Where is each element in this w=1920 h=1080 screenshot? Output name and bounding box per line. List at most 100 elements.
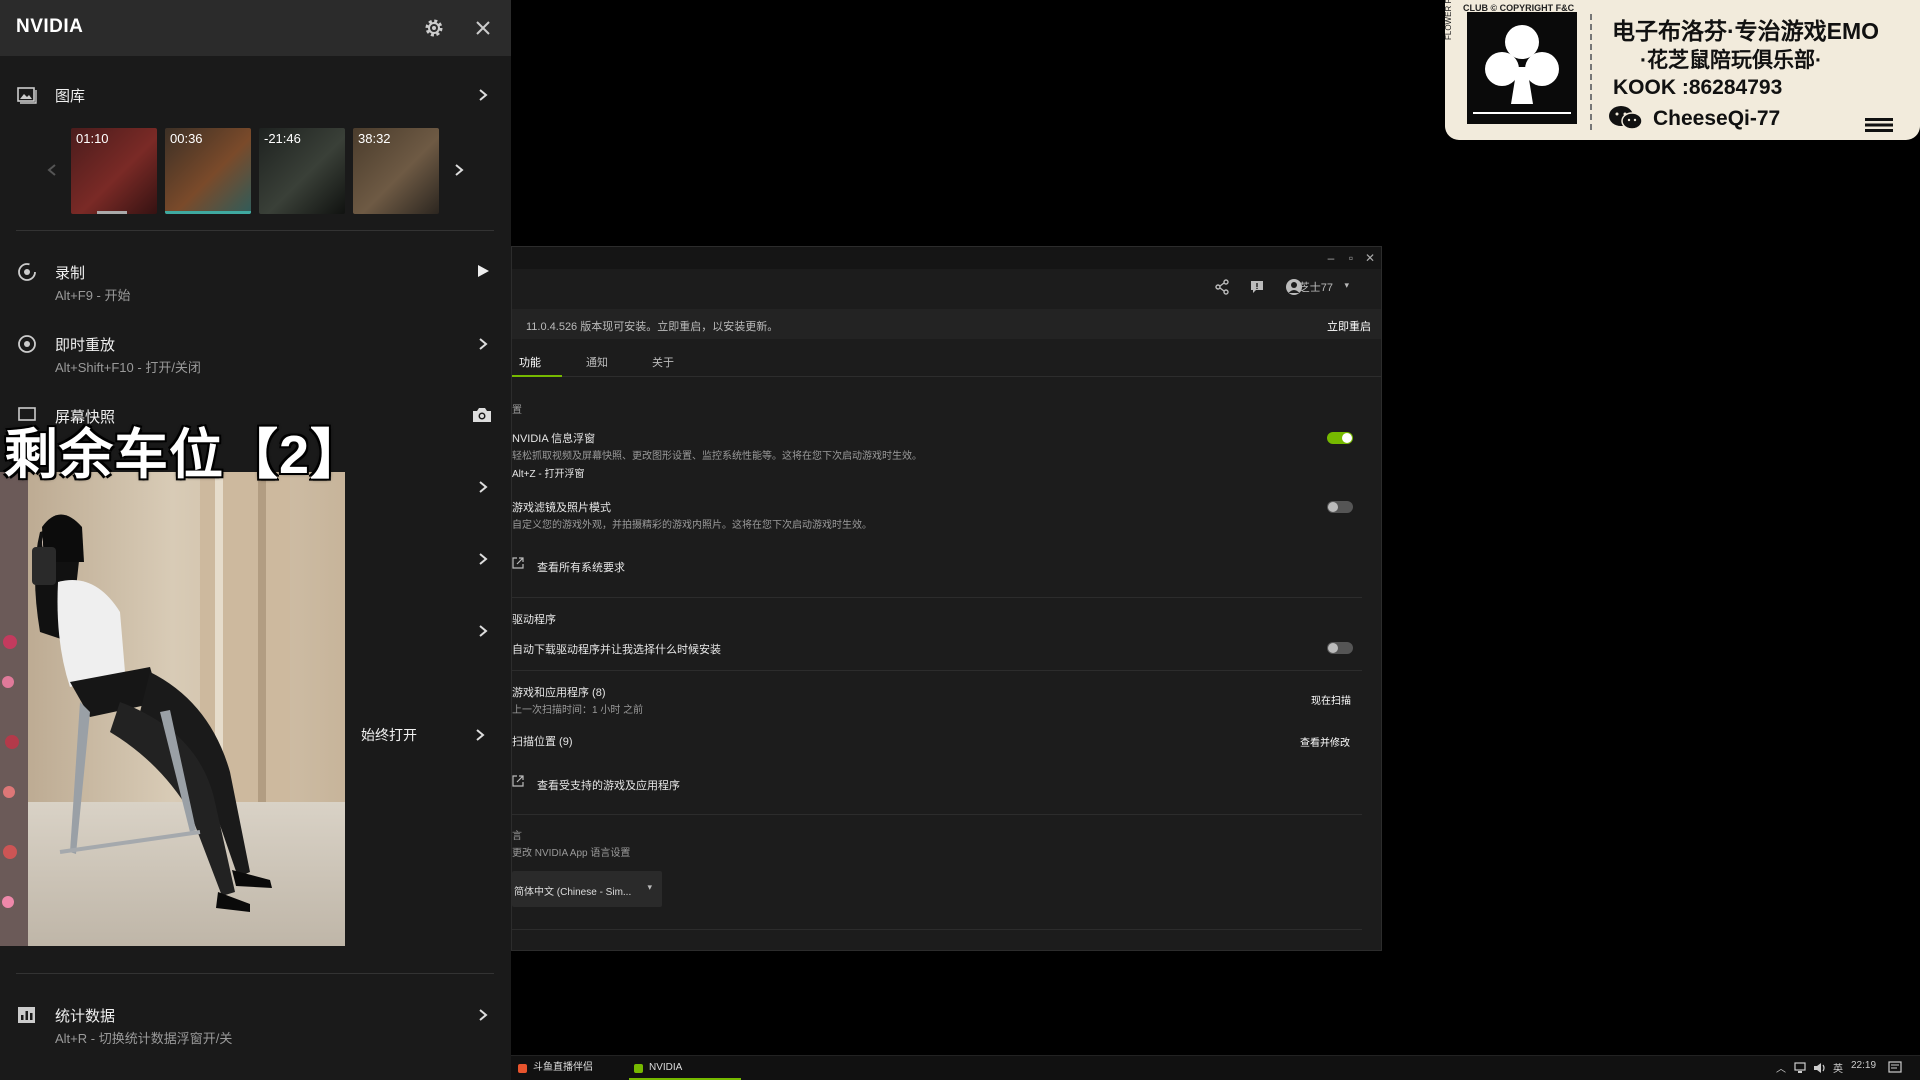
driver-toggle[interactable] bbox=[1327, 642, 1353, 654]
input-language[interactable]: 英 bbox=[1833, 1060, 1843, 1075]
thumbnail-duration: -21:46 bbox=[264, 131, 301, 146]
always-open-option[interactable]: 始终打开 bbox=[345, 718, 495, 752]
share-icon[interactable] bbox=[1213, 278, 1231, 296]
stats-shortcut: Alt+R - 切换统计数据浮窗开/关 bbox=[55, 1031, 233, 1046]
minimize-icon[interactable]: – bbox=[1323, 250, 1339, 266]
close-window-icon[interactable]: ✕ bbox=[1362, 250, 1378, 266]
record-label[interactable]: 录制 bbox=[55, 262, 85, 283]
thumbnail-duration: 00:36 bbox=[170, 131, 203, 146]
view-modify-button[interactable]: 查看并修改 bbox=[1300, 734, 1350, 749]
maximize-icon[interactable]: ▫ bbox=[1343, 250, 1359, 266]
promo-card: CLUB © COPYRIGHT F&C FLOWER RAT PLAY 电子布… bbox=[1444, 0, 1920, 140]
camera-icon[interactable] bbox=[471, 404, 493, 426]
chevron-right-icon bbox=[476, 729, 485, 741]
gallery-thumbnail[interactable]: 01:10 bbox=[71, 128, 157, 214]
thumbnail-progress-bar bbox=[165, 211, 251, 214]
overlay-title: NVIDIA 信息浮窗 bbox=[512, 433, 596, 445]
settings-window: – ▫ ✕ 芝士77 ▾ 11.0.4.526 版本现可安装。立即重启，以安装更… bbox=[511, 246, 1382, 951]
supported-games-link[interactable]: 查看受支持的游戏及应用程序 bbox=[537, 777, 680, 793]
chevron-down-icon[interactable]: ▾ bbox=[1344, 280, 1349, 291]
user-name[interactable]: 芝士77 bbox=[1299, 279, 1333, 295]
promo-line-2: ·花芝鼠陪玩俱乐部· bbox=[1640, 49, 1822, 72]
wechat-icon bbox=[1609, 106, 1643, 130]
language-select[interactable]: 简体中文 (Chinese - Sim... ▾ bbox=[512, 871, 662, 907]
filter-description: 自定义您的游戏外观，并拍摄精彩的游戏内照片。这将在您下次启动游戏时生效。 bbox=[512, 520, 872, 531]
tab-about[interactable]: 关于 bbox=[652, 354, 674, 370]
games-last-scan: 上一次扫描时间：1 小时 之前 bbox=[512, 705, 644, 716]
language-description: 更改 NVIDIA App 语言设置 bbox=[512, 848, 631, 859]
update-message: 11.0.4.526 版本现可安装。立即重启，以安装更新。 bbox=[526, 321, 779, 333]
play-icon[interactable] bbox=[476, 264, 490, 278]
stats-label[interactable]: 统计数据 bbox=[55, 1005, 115, 1026]
language-value: 简体中文 (Chinese - Sim... bbox=[514, 887, 632, 898]
games-title: 游戏和应用程序 (8) bbox=[512, 687, 606, 699]
system-requirements-link[interactable]: 查看所有系统要求 bbox=[537, 559, 625, 575]
settings-toolbar: 芝士77 ▾ bbox=[512, 269, 1381, 305]
tab-notifications[interactable]: 通知 bbox=[586, 354, 608, 370]
taskbar-item-douyu[interactable]: 斗鱼直播伴侣 bbox=[513, 1058, 625, 1080]
volume-icon[interactable] bbox=[1813, 1062, 1827, 1074]
instant-replay-label[interactable]: 即时重放 bbox=[55, 334, 115, 355]
instant-replay-shortcut: Alt+Shift+F10 - 打开/关闭 bbox=[55, 360, 201, 375]
tray-chevron-up-icon[interactable]: ︿ bbox=[1776, 1060, 1786, 1075]
update-banner: 11.0.4.526 版本现可安装。立即重启，以安装更新。 立即重启 bbox=[512, 309, 1381, 339]
external-link-icon bbox=[512, 775, 524, 787]
gallery-icon bbox=[17, 87, 37, 104]
douyu-icon bbox=[518, 1064, 527, 1073]
close-icon[interactable] bbox=[471, 16, 495, 40]
taskbar-item-nvidia[interactable]: NVIDIA bbox=[629, 1058, 741, 1080]
overlay-shortcut: Alt+Z - 打开浮窗 bbox=[512, 469, 585, 480]
chevron-right-icon[interactable] bbox=[476, 1008, 490, 1022]
chevron-down-icon: ▾ bbox=[647, 882, 652, 892]
promo-line-1: 电子布洛芬·专治游戏EMO bbox=[1612, 18, 1880, 44]
gallery-label[interactable]: 图库 bbox=[55, 85, 85, 106]
taskbar: 斗鱼直播伴侣 NVIDIA ︿ 英 22:19 bbox=[511, 1055, 1920, 1080]
record-icon bbox=[18, 263, 36, 281]
active-tab-indicator bbox=[512, 375, 562, 377]
chevron-right-icon[interactable] bbox=[476, 480, 490, 494]
clock[interactable]: 22:19 bbox=[1851, 1060, 1876, 1071]
section-heading-driver: 驱动程序 bbox=[512, 614, 556, 626]
filter-title: 游戏滤镜及照片模式 bbox=[512, 502, 611, 514]
driver-auto-download: 自动下载驱动程序并让我选择什么时候安装 bbox=[512, 644, 721, 656]
divider bbox=[512, 670, 1362, 671]
chevron-right-icon[interactable] bbox=[476, 337, 490, 351]
club-suit-icon bbox=[1473, 25, 1571, 114]
chevron-right-icon[interactable] bbox=[452, 163, 466, 177]
chevron-right-icon[interactable] bbox=[476, 88, 490, 102]
club-logo bbox=[1467, 12, 1577, 124]
promo-kook: KOOK :86284793 bbox=[1613, 76, 1783, 99]
chevron-left-icon[interactable] bbox=[45, 163, 59, 177]
overlay-header: NVIDIA bbox=[0, 0, 511, 56]
chevron-right-icon[interactable] bbox=[476, 552, 490, 566]
instant-replay-icon bbox=[18, 335, 36, 353]
external-link-icon bbox=[512, 557, 524, 569]
filter-toggle[interactable] bbox=[1327, 501, 1353, 513]
promo-vertical-text: FLOWER RAT PLAY bbox=[1444, 0, 1453, 40]
scan-now-button[interactable]: 现在扫描 bbox=[1311, 692, 1351, 707]
gallery-thumbnail[interactable]: -21:46 bbox=[259, 128, 345, 214]
thumbnail-duration: 01:10 bbox=[76, 131, 109, 146]
restart-now-button[interactable]: 立即重启 bbox=[1327, 318, 1371, 334]
brand-title: NVIDIA bbox=[16, 16, 84, 37]
promo-divider bbox=[1590, 14, 1592, 130]
taskbar-item-label: NVIDIA bbox=[649, 1062, 683, 1073]
tab-features[interactable]: 功能 bbox=[519, 354, 541, 370]
stats-icon bbox=[18, 1007, 35, 1023]
settings-tabs: 功能 通知 关于 bbox=[512, 347, 1381, 377]
gear-icon[interactable] bbox=[422, 16, 446, 40]
notification-icon[interactable] bbox=[1888, 1061, 1902, 1075]
divider bbox=[512, 814, 1362, 815]
thumbnail-progress-bar bbox=[96, 211, 127, 214]
network-icon[interactable] bbox=[1794, 1062, 1808, 1074]
overlay-description: 轻松抓取视频及屏幕快照、更改图形设置、监控系统性能等。这将在您下次启动游戏时生效… bbox=[512, 451, 922, 462]
overlay-toggle[interactable] bbox=[1327, 432, 1353, 444]
always-open-label: 始终打开 bbox=[361, 727, 417, 743]
chevron-right-icon[interactable] bbox=[476, 624, 490, 638]
divider bbox=[512, 597, 1362, 598]
hamburger-icon bbox=[1865, 118, 1893, 132]
promo-wechat-id: CheeseQi-77 bbox=[1653, 107, 1781, 130]
gallery-thumbnail[interactable]: 00:36 bbox=[165, 128, 251, 214]
feedback-icon[interactable] bbox=[1248, 278, 1266, 296]
gallery-thumbnail[interactable]: 38:32 bbox=[353, 128, 439, 214]
